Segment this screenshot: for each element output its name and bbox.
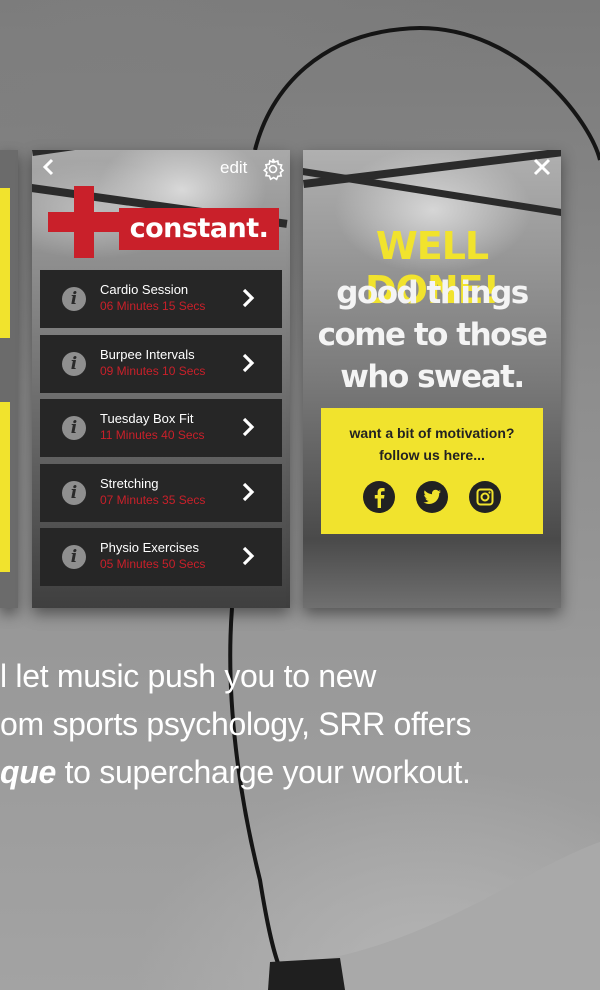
workout-row[interactable]: i Tuesday Box Fit 11 Minutes 40 Secs — [40, 399, 282, 457]
workout-row[interactable]: i Cardio Session 06 Minutes 15 Secs — [40, 270, 282, 328]
chevron-left-icon[interactable] — [38, 158, 60, 180]
workout-list: i Cardio Session 06 Minutes 15 Secs i Bu… — [40, 270, 282, 593]
workout-row[interactable]: i Physio Exercises 05 Minutes 50 Secs — [40, 528, 282, 586]
marketing-line: l let music push you to new — [0, 658, 377, 694]
chevron-right-icon[interactable] — [240, 544, 256, 568]
marketing-copy: l let music push you to new om sports ps… — [0, 652, 600, 796]
message-line: good things — [336, 275, 529, 311]
workout-title: Physio Exercises — [100, 540, 199, 555]
gear-icon[interactable] — [261, 157, 285, 181]
follow-prompt-line: follow us here... — [379, 447, 485, 463]
workout-duration: 11 Minutes 40 Secs — [100, 428, 205, 442]
workout-row[interactable]: i Stretching 07 Minutes 35 Secs — [40, 463, 282, 522]
chevron-right-icon[interactable] — [240, 415, 256, 439]
marketing-line: que to supercharge your workout. — [0, 748, 600, 796]
close-icon[interactable] — [531, 156, 553, 178]
logo-text: constant. — [119, 208, 279, 250]
workout-duration: 05 Minutes 50 Secs — [100, 557, 206, 571]
info-icon[interactable]: i — [62, 351, 86, 376]
chevron-right-icon[interactable] — [240, 480, 256, 504]
social-follow-box: want a bit of motivation? follow us here… — [321, 408, 543, 534]
instagram-icon[interactable] — [468, 480, 502, 514]
edit-button[interactable]: edit — [220, 158, 247, 178]
chevron-right-icon[interactable] — [240, 351, 256, 375]
workout-list-screen: edit constant. i Cardio Session 06 Minut… — [32, 150, 290, 608]
follow-prompt: want a bit of motivation? follow us here… — [321, 422, 543, 466]
workout-duration: 06 Minutes 15 Secs — [100, 299, 206, 313]
info-icon[interactable]: i — [62, 545, 86, 569]
info-icon[interactable]: i — [62, 480, 86, 505]
message-line: come to those — [317, 317, 548, 353]
workout-row[interactable]: i Burpee Intervals 09 Minutes 10 Secs — [40, 334, 282, 393]
workout-title: Cardio Session — [100, 282, 189, 297]
workout-title: Stretching — [100, 475, 159, 491]
marketing-line-rest: to supercharge your workout. — [56, 754, 471, 790]
yellow-block — [0, 188, 10, 338]
workout-duration: 09 Minutes 10 Secs — [100, 363, 206, 378]
workout-title: Tuesday Box Fit — [100, 411, 194, 426]
info-icon[interactable]: i — [62, 287, 86, 311]
well-done-screen: WELL DONE! good things come to those who… — [303, 150, 561, 608]
chevron-right-icon[interactable] — [240, 286, 256, 310]
workout-duration: 07 Minutes 35 Secs — [100, 492, 206, 507]
info-icon[interactable]: i — [62, 416, 86, 440]
twitter-icon[interactable] — [415, 480, 449, 514]
marketing-line: om sports psychology, SRR offers — [0, 706, 472, 742]
message-line: who sweat. — [340, 359, 525, 395]
workout-title: Burpee Intervals — [100, 346, 195, 362]
motivational-message: good things come to those who sweat. — [303, 272, 561, 398]
previous-screen-preview — [0, 150, 18, 608]
follow-prompt-line: want a bit of motivation? — [349, 425, 515, 441]
facebook-icon[interactable] — [362, 480, 396, 514]
yellow-block — [0, 402, 10, 572]
plus-cross-logo — [48, 186, 120, 258]
marketing-emphasis: que — [0, 754, 56, 790]
